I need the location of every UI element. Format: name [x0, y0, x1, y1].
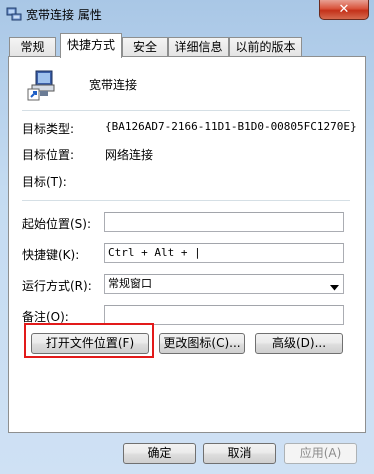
target-type-label: 目标类型: — [22, 122, 75, 136]
change-icon-button[interactable]: 更改图标(C)... — [159, 333, 245, 354]
target-location-label: 目标位置: — [22, 148, 75, 162]
cancel-button[interactable]: 取消 — [203, 443, 276, 464]
hotkey-field[interactable]: Ctrl + Alt + | — [104, 243, 344, 263]
divider — [22, 110, 350, 111]
divider — [22, 200, 350, 201]
comment-field[interactable] — [104, 305, 344, 325]
start-in-label: 起始位置(S): — [22, 217, 92, 231]
tab-label: 快捷方式 — [66, 38, 115, 52]
target-label: 目标(T): — [22, 175, 67, 189]
close-button[interactable]: ✕ — [319, 0, 369, 20]
shortcut-name: 宽带连接 — [89, 78, 138, 92]
chevron-down-icon — [330, 281, 339, 295]
apply-button[interactable]: 应用(A) — [284, 443, 357, 464]
tab-label: 安全 — [132, 40, 157, 54]
hotkey-label: 快捷键(K): — [22, 248, 80, 262]
window-title: 宽带连接 属性 — [26, 8, 102, 22]
tab-panel: 宽带连接 目标类型: {BA126AD7-2166-11D1-B1D0-0080… — [8, 56, 366, 433]
close-icon: ✕ — [338, 2, 350, 17]
tab-label: 常规 — [20, 40, 45, 54]
run-label: 运行方式(R): — [22, 279, 92, 293]
highlight-box — [24, 323, 154, 358]
network-connection-icon — [6, 6, 22, 22]
tab-security[interactable]: 安全 — [122, 37, 168, 57]
start-in-field[interactable] — [104, 212, 344, 232]
tab-shortcut[interactable]: 快捷方式 — [60, 33, 122, 58]
ok-button[interactable]: 确定 — [123, 443, 196, 464]
tab-label: 详细信息 — [174, 40, 223, 54]
target-type-value: {BA126AD7-2166-11D1-B1D0-00805FC1270E} — [105, 120, 357, 133]
broadband-connection-icon — [27, 69, 59, 101]
tab-previous-versions[interactable]: 以前的版本 — [229, 37, 302, 57]
title-bar: 宽带连接 属性 ✕ — [0, 0, 374, 28]
run-mode-value: 常规窗口 — [108, 277, 152, 290]
advanced-button[interactable]: 高级(D)... — [255, 333, 343, 354]
tab-label: 以前的版本 — [235, 40, 296, 54]
tab-general[interactable]: 常规 — [9, 37, 56, 57]
tab-details[interactable]: 详细信息 — [168, 37, 229, 57]
target-location-value: 网络连接 — [105, 148, 154, 162]
run-mode-select[interactable]: 常规窗口 — [104, 274, 344, 294]
